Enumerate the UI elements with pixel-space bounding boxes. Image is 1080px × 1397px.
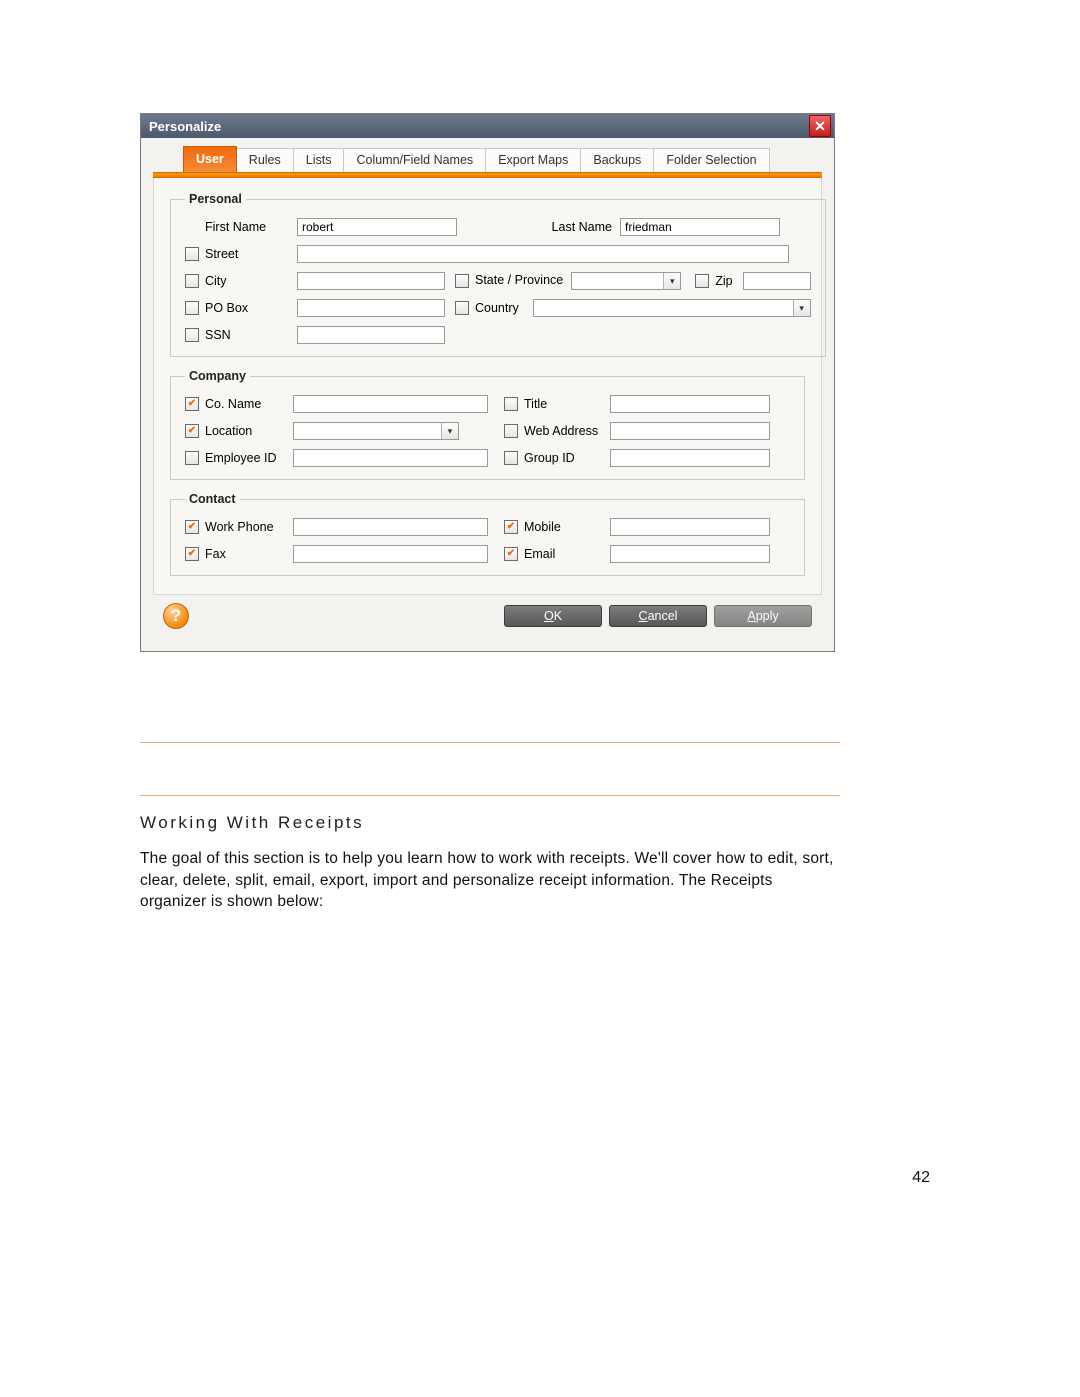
label-mobile: Mobile [524,520,561,534]
checkbox-country[interactable]: ✔ [455,301,469,315]
location-combo[interactable]: ▾ [293,422,459,440]
tabs: User Rules Lists Column/Field Names Expo… [183,148,822,172]
hr-top [140,742,840,743]
label-zip: Zip [715,274,732,288]
label-fax: Fax [205,547,226,561]
help-icon[interactable]: ? [163,603,189,629]
dialog-client-area: User Rules Lists Column/Field Names Expo… [141,138,834,651]
hr-bottom [140,795,840,796]
group-company-legend: Company [185,369,250,383]
checkbox-web-address[interactable]: ✔ [504,424,518,438]
group-company: Company ✔ Co. Name ✔ Title [170,369,805,480]
checkbox-employee-id[interactable]: ✔ [185,451,199,465]
checkbox-group-id[interactable]: ✔ [504,451,518,465]
state-combo[interactable]: ▾ [571,272,681,290]
checkbox-work-phone[interactable]: ✔ [185,520,199,534]
checkbox-title[interactable]: ✔ [504,397,518,411]
label-co-name: Co. Name [205,397,261,411]
label-first-name: First Name [205,220,266,234]
employee-id-input[interactable] [293,449,488,467]
work-phone-input[interactable] [293,518,488,536]
label-ssn: SSN [205,328,231,342]
checkbox-co-name[interactable]: ✔ [185,397,199,411]
ok-label-rest: K [554,609,562,623]
tab-lists[interactable]: Lists [293,148,345,172]
checkbox-pobox[interactable]: ✔ [185,301,199,315]
pobox-input[interactable] [297,299,445,317]
zip-input[interactable] [743,272,811,290]
tab-backups[interactable]: Backups [580,148,654,172]
group-contact: Contact ✔ Work Phone ✔ Mobile [170,492,805,576]
checkbox-location[interactable]: ✔ [185,424,199,438]
titlebar: Personalize ✕ [141,114,834,138]
group-personal: Personal First Name Last Name ✔ [170,192,826,357]
title-input[interactable] [610,395,770,413]
checkbox-fax[interactable]: ✔ [185,547,199,561]
group-personal-legend: Personal [185,192,246,206]
city-input[interactable] [297,272,445,290]
tab-user-body: Personal First Name Last Name ✔ [153,178,822,595]
apply-label-rest: pply [756,609,779,623]
checkbox-state[interactable]: ✔ [455,274,469,288]
group-contact-legend: Contact [185,492,240,506]
tab-column-field-names[interactable]: Column/Field Names [343,148,486,172]
email-input[interactable] [610,545,770,563]
label-email: Email [524,547,555,561]
street-input[interactable] [297,245,789,263]
mobile-input[interactable] [610,518,770,536]
page-number: 42 [912,1169,930,1187]
web-address-input[interactable] [610,422,770,440]
button-bar: ? OK Cancel Apply [153,595,822,639]
label-state: State / Province [475,274,563,287]
checkbox-city[interactable]: ✔ [185,274,199,288]
cancel-button[interactable]: Cancel [609,605,707,627]
window-title: Personalize [149,119,221,134]
label-city: City [205,274,227,288]
ssn-input[interactable] [297,326,445,344]
checkbox-street[interactable]: ✔ [185,247,199,261]
chevron-down-icon: ▾ [663,273,680,289]
label-title: Title [524,397,547,411]
group-id-input[interactable] [610,449,770,467]
label-work-phone: Work Phone [205,520,274,534]
chevron-down-icon: ▾ [441,423,458,439]
apply-button[interactable]: Apply [714,605,812,627]
tab-user[interactable]: User [183,146,237,172]
co-name-input[interactable] [293,395,488,413]
last-name-input[interactable] [620,218,780,236]
checkbox-mobile[interactable]: ✔ [504,520,518,534]
checkbox-email[interactable]: ✔ [504,547,518,561]
tab-rules[interactable]: Rules [236,148,294,172]
label-web-address: Web Address [524,424,598,438]
checkbox-ssn[interactable]: ✔ [185,328,199,342]
label-country: Country [475,301,519,315]
label-pobox: PO Box [205,301,248,315]
label-last-name: Last Name [552,220,612,234]
ok-button[interactable]: OK [504,605,602,627]
section-heading: Working With Receipts [140,813,364,833]
country-combo[interactable]: ▾ [533,299,811,317]
close-button[interactable]: ✕ [809,115,831,137]
personalize-dialog: Personalize ✕ User Rules Lists Column/Fi… [140,113,835,652]
close-icon: ✕ [814,118,826,135]
tab-export-maps[interactable]: Export Maps [485,148,581,172]
cancel-label-rest: ancel [648,609,678,623]
label-location: Location [205,424,252,438]
label-street: Street [205,247,238,261]
checkbox-zip[interactable]: ✔ [695,274,709,288]
section-body: The goal of this section is to help you … [140,848,840,913]
label-employee-id: Employee ID [205,451,277,465]
label-group-id: Group ID [524,451,575,465]
fax-input[interactable] [293,545,488,563]
chevron-down-icon: ▾ [793,300,810,316]
first-name-input[interactable] [297,218,457,236]
tab-folder-selection[interactable]: Folder Selection [653,148,769,172]
